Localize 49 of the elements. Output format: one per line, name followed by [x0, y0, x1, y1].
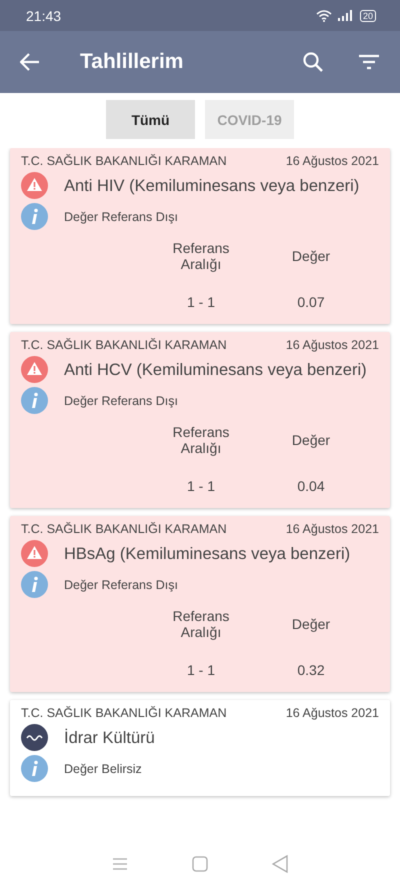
- menu-icon[interactable]: [112, 857, 128, 871]
- info-icon: [21, 755, 48, 782]
- info-icon: [21, 203, 48, 230]
- result-card[interactable]: T.C. SAĞLIK BAKANLIĞI KARAMAN 16 Ağustos 2021 Anti HIV (Kemiluminesans veya benzeri) Değer Referans Dışı Referans Aralığı Değer 1 - 1 0.07: [10, 148, 390, 324]
- back-icon[interactable]: [272, 855, 288, 873]
- column-header: Değer: [290, 616, 332, 632]
- warning-icon: [21, 172, 48, 199]
- result-card[interactable]: T.C. SAĞLIK BAKANLIĞI KARAMAN 16 Ağustos 2021 HBsAg (Kemiluminesans veya benzeri) Değer Referans Dışı Referans Aralığı Değer 1 - 1 0.32: [10, 516, 390, 692]
- battery-level: 20: [360, 10, 376, 22]
- info-icon: [21, 387, 48, 414]
- test-name: HBsAg (Kemiluminesans veya benzeri): [64, 544, 350, 564]
- status-time: 21:43: [26, 8, 62, 24]
- screen-title: Tahlillerim: [80, 50, 184, 74]
- result-date: 16 Ağustos 2021: [286, 706, 379, 720]
- signal-icon: [338, 10, 354, 21]
- result-value: 0.32: [296, 662, 326, 678]
- warning-icon: [21, 356, 48, 383]
- result-value: 0.07: [296, 294, 326, 310]
- result-date: 16 Ağustos 2021: [286, 338, 379, 352]
- institution-name: T.C. SAĞLIK BAKANLIĞI KARAMAN: [21, 338, 227, 352]
- warning-icon: [21, 540, 48, 567]
- test-name: Anti HIV (Kemiluminesans veya benzeri): [64, 176, 360, 196]
- result-note: Değer Referans Dışı: [64, 394, 178, 408]
- institution-name: T.C. SAĞLIK BAKANLIĞI KARAMAN: [21, 706, 227, 720]
- column-header: Referans Aralığı: [172, 424, 230, 456]
- column-header: Referans Aralığı: [172, 240, 230, 272]
- result-note: Değer Referans Dışı: [64, 210, 178, 224]
- result-date: 16 Ağustos 2021: [286, 522, 379, 536]
- result-note: Değer Belirsiz: [64, 762, 142, 776]
- wifi-icon: [316, 10, 332, 22]
- wave-icon: [21, 724, 48, 751]
- result-date: 16 Ağustos 2021: [286, 154, 379, 168]
- column-header: Referans Aralığı: [172, 608, 230, 640]
- institution-name: T.C. SAĞLIK BAKANLIĞI KARAMAN: [21, 154, 227, 168]
- result-value: 0.04: [296, 478, 326, 494]
- result-note: Değer Referans Dışı: [64, 578, 178, 592]
- filter-tab[interactable]: Tümü: [106, 100, 195, 139]
- reference-range: 1 - 1: [186, 662, 216, 678]
- reference-range: 1 - 1: [186, 294, 216, 310]
- institution-name: T.C. SAĞLIK BAKANLIĞI KARAMAN: [21, 522, 227, 536]
- column-header: Değer: [290, 432, 332, 448]
- result-card[interactable]: T.C. SAĞLIK BAKANLIĞI KARAMAN 16 Ağustos 2021 İdrar Kültürü Değer Belirsiz: [10, 700, 390, 796]
- result-card[interactable]: T.C. SAĞLIK BAKANLIĞI KARAMAN 16 Ağustos 2021 Anti HCV (Kemiluminesans veya benzeri) Değer Referans Dışı Referans Aralığı Değer 1 - 1 0.04: [10, 332, 390, 508]
- info-icon: [21, 571, 48, 598]
- column-header: Değer: [290, 248, 332, 264]
- test-name: Anti HCV (Kemiluminesans veya benzeri): [64, 360, 367, 380]
- home-icon[interactable]: [192, 856, 208, 872]
- test-name: İdrar Kültürü: [64, 728, 155, 748]
- reference-range: 1 - 1: [186, 478, 216, 494]
